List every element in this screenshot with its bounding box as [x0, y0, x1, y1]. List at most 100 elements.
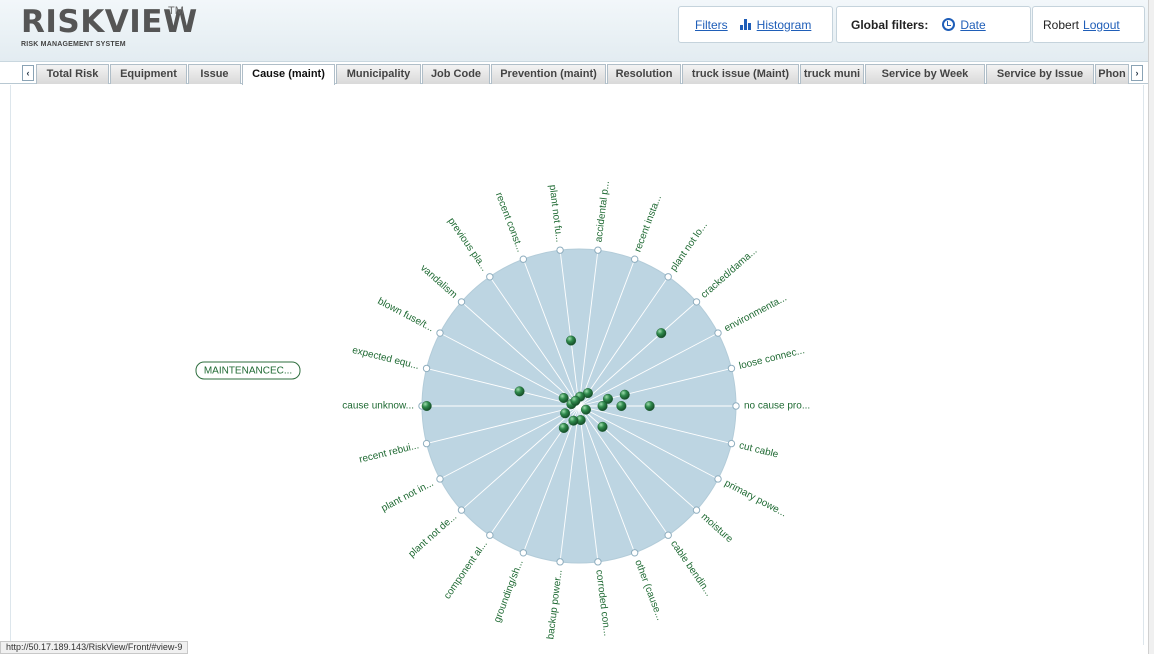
tab-prevention-maint[interactable]: Prevention (maint): [491, 64, 606, 84]
spoke-handle[interactable]: [727, 439, 736, 448]
date-filter-link[interactable]: Date: [960, 18, 985, 32]
spoke-label[interactable]: plant not fu...: [547, 184, 565, 243]
tab-job-code[interactable]: Job Code: [422, 64, 490, 84]
status-bar-url: http://50.17.189.143/RiskView/Front/#vie…: [0, 641, 189, 654]
spoke-handle[interactable]: [630, 549, 639, 557]
data-point[interactable]: [580, 404, 591, 415]
spoke-label[interactable]: recent insta...: [632, 194, 664, 254]
tab-truck-issue-maint[interactable]: truck issue (Maint): [682, 64, 799, 84]
spoke-label[interactable]: no cause pro...: [744, 401, 810, 412]
spoke-handle[interactable]: [422, 364, 431, 373]
spoke-label[interactable]: cut cable: [738, 440, 780, 460]
spoke-label[interactable]: cause unknow...: [342, 401, 414, 412]
tab-service-by-week[interactable]: Service by Week: [865, 64, 985, 84]
spoke-handle[interactable]: [457, 298, 466, 306]
spoke-handle[interactable]: [594, 246, 602, 254]
histogram-link[interactable]: Histogram: [757, 18, 812, 32]
tab-issue[interactable]: Issue: [188, 64, 241, 84]
data-point[interactable]: [558, 392, 569, 403]
data-point[interactable]: [616, 401, 627, 412]
data-point[interactable]: [558, 422, 569, 433]
spoke-label[interactable]: grounding/sh...: [492, 558, 526, 624]
spoke-label[interactable]: plant not de...: [407, 511, 460, 559]
spoke-label[interactable]: moisture: [699, 511, 735, 545]
data-point[interactable]: [597, 421, 608, 432]
spoke-handle[interactable]: [727, 364, 736, 373]
spoke-label[interactable]: other (cause...: [632, 558, 665, 622]
user-name: Robert: [1043, 17, 1080, 32]
spoke-label[interactable]: accidental p...: [594, 180, 612, 243]
spoke-handle[interactable]: [457, 506, 466, 514]
tab-scroll-right-button[interactable]: ›: [1131, 65, 1143, 81]
data-point[interactable]: [560, 408, 571, 419]
spoke-handle[interactable]: [692, 298, 701, 306]
data-point[interactable]: [644, 401, 655, 412]
tab-equipment[interactable]: Equipment: [110, 64, 187, 84]
spoke-label[interactable]: plant not in...: [380, 478, 436, 514]
spoke-label[interactable]: recent const...: [493, 191, 526, 254]
trademark-mark: TM: [168, 5, 184, 17]
spoke-label[interactable]: plant not lo...: [668, 220, 710, 273]
spoke-handle[interactable]: [556, 558, 564, 566]
spoke-label[interactable]: loose connec...: [738, 345, 806, 372]
spoke-label[interactable]: blown fuse/t...: [376, 296, 436, 334]
spoke-handle[interactable]: [732, 402, 740, 410]
data-point[interactable]: [597, 401, 608, 412]
data-point[interactable]: [421, 401, 432, 412]
data-point[interactable]: [619, 389, 630, 400]
spoke-handle[interactable]: [486, 531, 494, 539]
spoke-label[interactable]: previous pla...: [445, 216, 489, 273]
spoke-label[interactable]: corroded con...: [593, 569, 612, 637]
spoke-handle[interactable]: [422, 439, 431, 448]
spoke-handle[interactable]: [519, 549, 528, 557]
tab-scroll-left-button[interactable]: ‹: [22, 65, 34, 81]
spoke-handle[interactable]: [556, 246, 564, 254]
window-scrollbar[interactable]: [1148, 0, 1154, 654]
logout-link[interactable]: Logout: [1083, 18, 1120, 32]
histogram-icon[interactable]: [739, 19, 753, 30]
tab-resolution[interactable]: Resolution: [607, 64, 681, 84]
spoke-label[interactable]: environmenta...: [723, 293, 789, 335]
spoke-handle[interactable]: [714, 329, 722, 337]
spoke-handle[interactable]: [664, 273, 672, 281]
global-filters-label: Global filters:: [851, 17, 929, 32]
tab-phon[interactable]: Phon: [1095, 64, 1129, 84]
spoke-handle[interactable]: [692, 506, 701, 514]
filters-link[interactable]: Filters: [695, 18, 728, 32]
data-point[interactable]: [656, 328, 667, 339]
spoke-handle[interactable]: [519, 255, 528, 263]
spoke-handle[interactable]: [664, 531, 672, 539]
tab-cause-maint[interactable]: Cause (maint): [242, 64, 335, 85]
spoke-label[interactable]: component al...: [442, 539, 490, 602]
spoke-handle[interactable]: [486, 273, 494, 281]
riskview-app: RISKVIEW RISK MANAGEMENT SYSTEM TM Filte…: [0, 0, 1154, 654]
tab-municipality[interactable]: Municipality: [336, 64, 421, 84]
alarm-clock-icon[interactable]: [942, 18, 956, 31]
spoke-label[interactable]: cable bendin...: [668, 539, 714, 599]
spoke-handle[interactable]: [436, 329, 444, 337]
global-filters-box: Global filters: Date: [836, 6, 1031, 43]
data-point[interactable]: [568, 415, 579, 426]
spoke-label[interactable]: cracked/dama...: [699, 245, 760, 300]
view-tab-bar: ‹ Total Risk Equipment Issue Cause (maint) M…: [0, 62, 1148, 85]
data-point[interactable]: [514, 386, 525, 397]
spoke-handle[interactable]: [436, 475, 444, 483]
category-selector-button[interactable]: MAINTENANCEC...: [195, 361, 301, 380]
spoke-label[interactable]: primary powe...: [722, 478, 788, 520]
user-box: Robert Logout: [1032, 6, 1145, 43]
spoke-handle[interactable]: [630, 255, 639, 263]
spoke-handle[interactable]: [594, 558, 602, 566]
tab-total-risk[interactable]: Total Risk: [36, 64, 109, 84]
data-point[interactable]: [570, 395, 581, 406]
logo-subtitle: RISK MANAGEMENT SYSTEM: [21, 41, 126, 48]
spoke-label[interactable]: backup power...: [545, 569, 564, 640]
filters-box: Filters Histogram: [678, 6, 833, 43]
data-point[interactable]: [566, 335, 577, 346]
spoke-label[interactable]: vandalism: [418, 263, 459, 301]
spoke-label[interactable]: recent rebui...: [358, 440, 420, 465]
tab-truck-muni[interactable]: truck muni: [800, 64, 864, 84]
spoke-handle[interactable]: [714, 475, 722, 483]
main-content: no cause pro... cut cable primary powe... m…: [10, 85, 1144, 645]
spoke-label[interactable]: expected equ...: [351, 345, 420, 372]
tab-service-by-issue[interactable]: Service by Issue: [986, 64, 1094, 84]
